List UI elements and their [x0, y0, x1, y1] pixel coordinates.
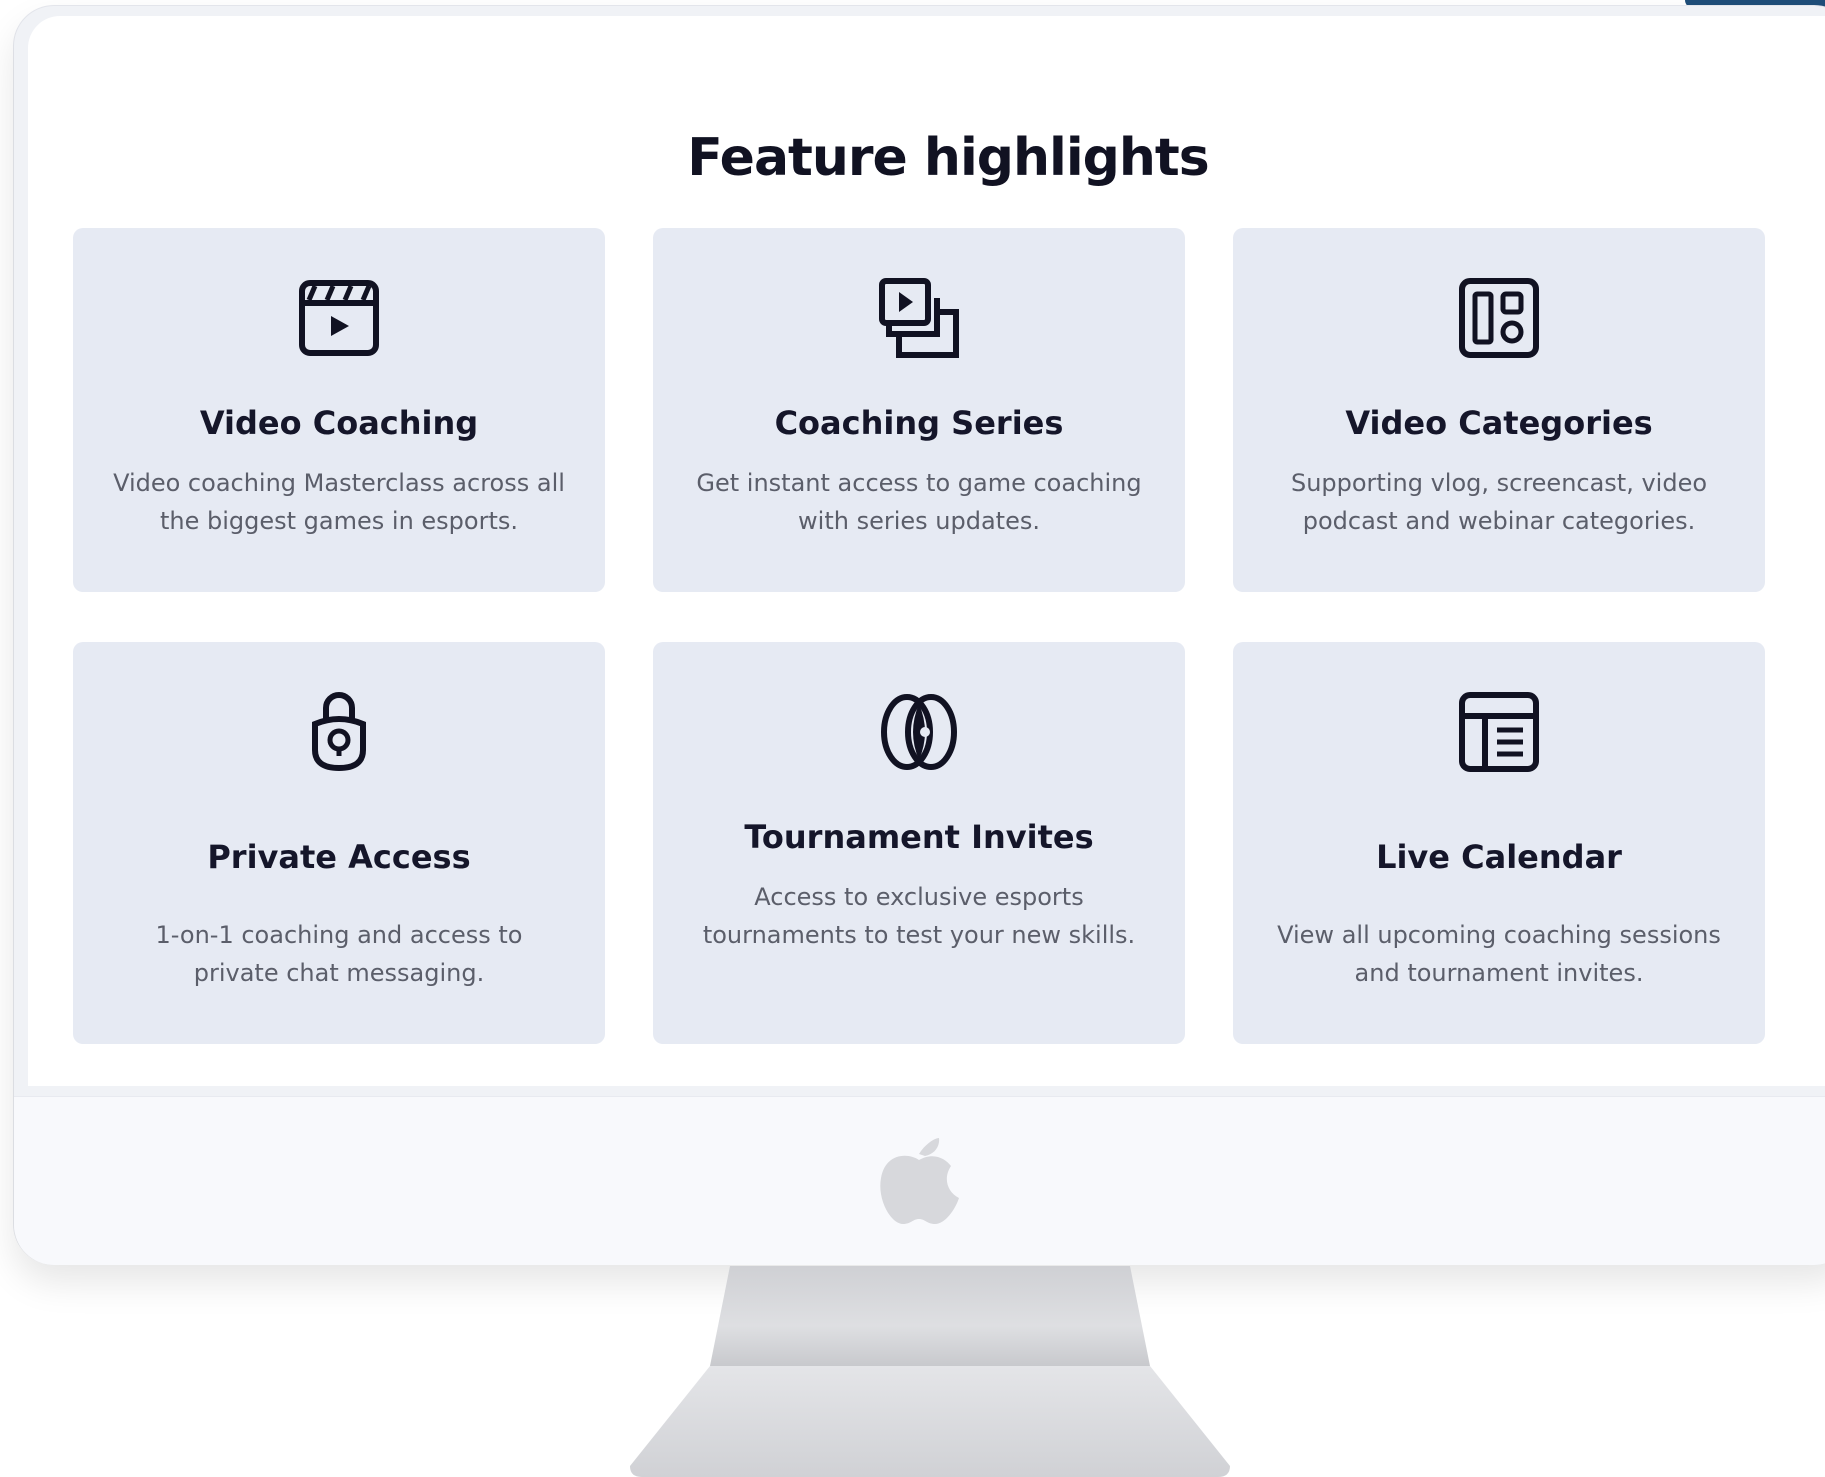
feature-card-description: Access to exclusive esports tournaments … [702, 883, 1136, 949]
versus-icon [879, 692, 959, 772]
monitor-stand [630, 1266, 1230, 1477]
video-clapper-icon [299, 278, 379, 358]
lock-icon [299, 692, 379, 772]
video-stack-icon [879, 278, 959, 358]
page-title: Feature highlights [687, 128, 1209, 188]
feature-card-video-coaching: Video Coaching Video coaching Masterclas… [73, 228, 605, 592]
feature-card-title: Private Access [207, 838, 471, 876]
calendar-layout-icon [1459, 692, 1539, 772]
feature-card-title: Video Categories [1345, 404, 1653, 442]
feature-card-description: 1-on-1 coaching and access to private ch… [155, 921, 523, 987]
apple-logo-icon [877, 1128, 961, 1226]
feature-card-tournament-invites: Tournament Invites Access to exclusive e… [653, 642, 1185, 1044]
feature-card-description: View all upcoming coaching sessions and … [1277, 921, 1721, 987]
feature-card-description: Supporting vlog, screencast, video podca… [1290, 469, 1708, 535]
feature-card-video-categories: Video Categories Supporting vlog, screen… [1233, 228, 1765, 592]
feature-card-private-access: Private Access 1-on-1 coaching and acces… [73, 642, 605, 1044]
feature-card-coaching-series: Coaching Series Get instant access to ga… [653, 228, 1185, 592]
feature-card-title: Video Coaching [199, 404, 479, 442]
screen: Feature highlights Video Coaching Video … [28, 16, 1825, 1086]
feature-card-live-calendar: Live Calendar View all upcoming coaching… [1233, 642, 1765, 1044]
imac-mockup: Feature highlights Video Coaching Video … [0, 0, 1825, 1477]
feature-card-description: Get instant access to game coaching with… [696, 469, 1142, 535]
layout-grid-icon [1459, 278, 1539, 358]
feature-card-title: Live Calendar [1376, 838, 1622, 876]
feature-card-title: Tournament Invites [744, 818, 1094, 856]
feature-card-description: Video coaching Masterclass across all th… [113, 469, 565, 535]
feature-card-title: Coaching Series [774, 404, 1064, 442]
